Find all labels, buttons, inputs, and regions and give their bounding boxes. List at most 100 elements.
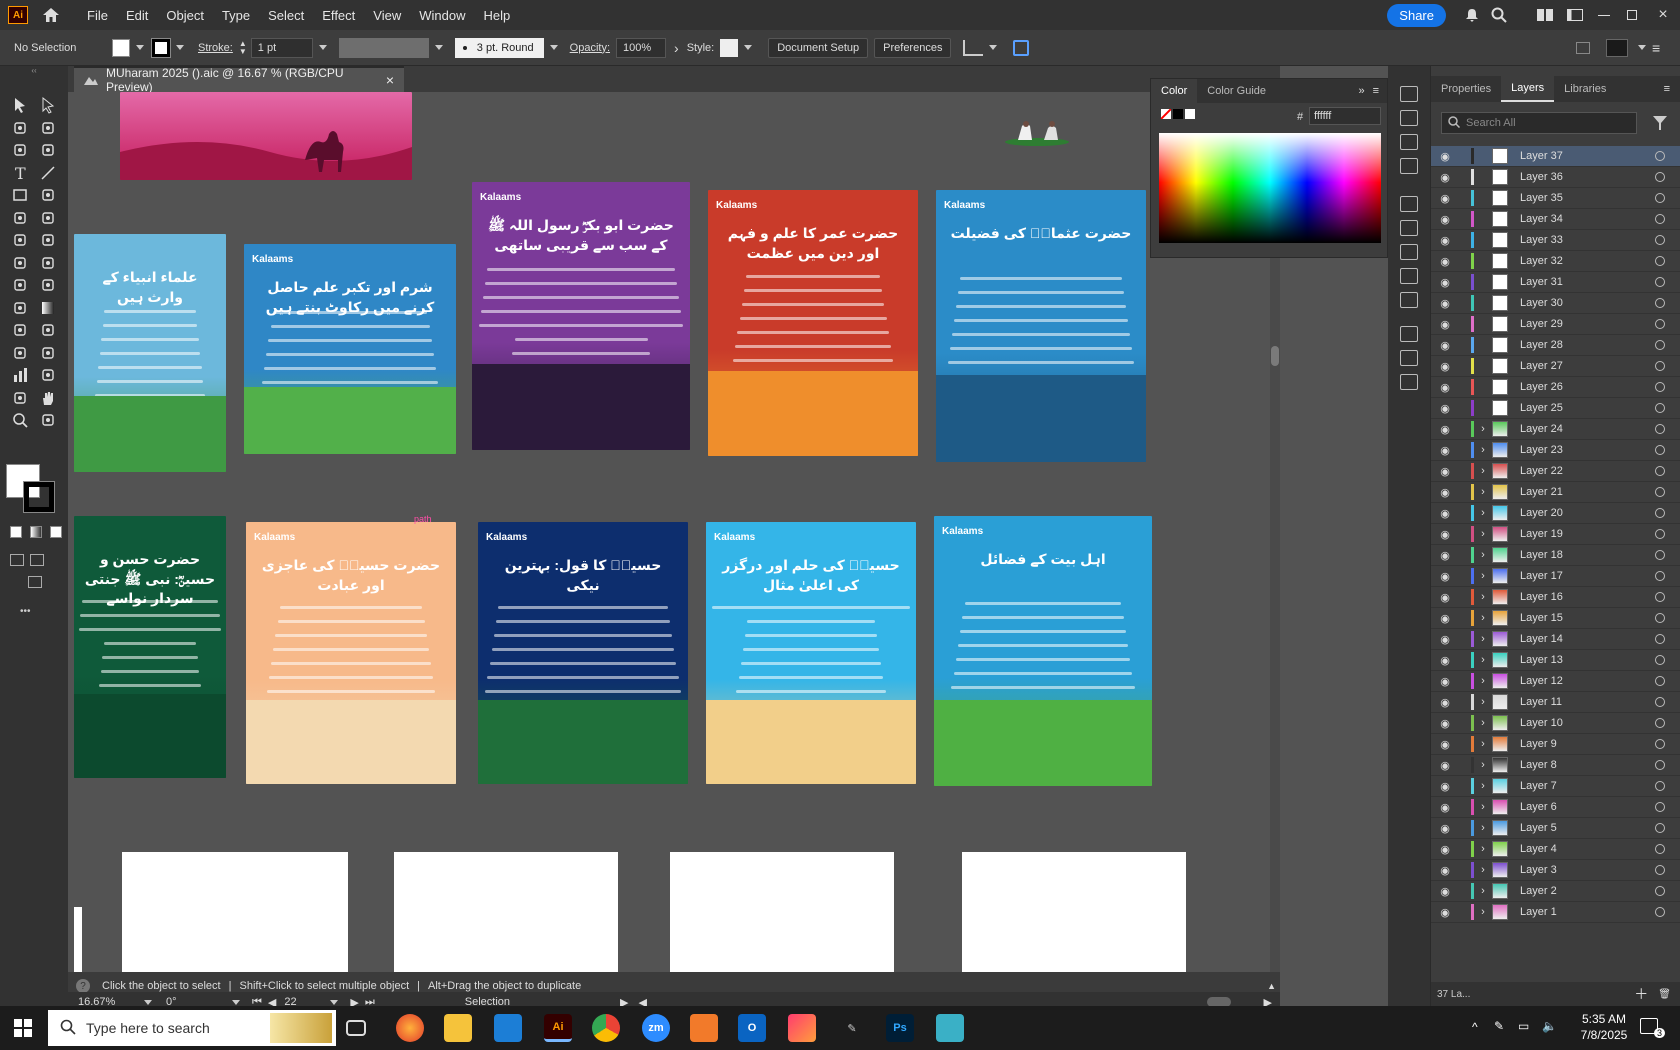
eye-icon[interactable]: ◉: [1435, 906, 1455, 919]
eye-icon[interactable]: ◉: [1435, 780, 1455, 793]
target-circle-icon[interactable]: [1655, 844, 1665, 854]
double-chevron-icon[interactable]: »: [1358, 85, 1364, 97]
gradient-tool-icon[interactable]: [36, 297, 60, 319]
expand-chevron-icon[interactable]: ›: [1474, 717, 1492, 729]
selection-tool-icon[interactable]: [8, 94, 32, 116]
layer-name[interactable]: Layer 20: [1520, 507, 1655, 519]
expand-chevron-icon[interactable]: ›: [1474, 591, 1492, 603]
illustrator-taskbar-icon[interactable]: Ai: [544, 1014, 572, 1042]
artboard-4[interactable]: Kalaams حضرت عمر کا علم و فہم اور دین میں…: [708, 190, 918, 456]
symbols-icon[interactable]: [1400, 196, 1418, 212]
scroll-up-icon[interactable]: ▲: [1267, 981, 1276, 991]
layer-row[interactable]: ◉ Layer 29: [1431, 314, 1680, 335]
chevron-right-icon[interactable]: ›: [674, 40, 679, 56]
magic-wand-tool-icon[interactable]: [8, 117, 32, 139]
target-circle-icon[interactable]: [1655, 319, 1665, 329]
windows-start-icon[interactable]: [14, 1019, 32, 1040]
expand-chevron-icon[interactable]: ›: [1474, 465, 1492, 477]
recolor-artwork-icon[interactable]: [1013, 39, 1030, 56]
layer-row[interactable]: ◉ › Layer 14: [1431, 629, 1680, 650]
task-view-icon[interactable]: [346, 1020, 366, 1036]
layer-search[interactable]: Search All: [1441, 112, 1637, 134]
expand-chevron-icon[interactable]: ›: [1474, 696, 1492, 708]
target-circle-icon[interactable]: [1655, 277, 1665, 287]
draw-inside-icon[interactable]: [30, 554, 44, 566]
panel-menu-icon[interactable]: ≡: [1664, 83, 1670, 95]
layer-name[interactable]: Layer 5: [1520, 822, 1655, 834]
eye-icon[interactable]: ◉: [1435, 759, 1455, 772]
layer-name[interactable]: Layer 33: [1520, 234, 1655, 246]
eye-icon[interactable]: ◉: [1435, 675, 1455, 688]
expand-chevron-icon[interactable]: ›: [1474, 570, 1492, 582]
target-circle-icon[interactable]: [1655, 403, 1665, 413]
blank-artboard-1[interactable]: [122, 852, 348, 972]
chevron-down-icon[interactable]: [744, 45, 753, 50]
layer-name[interactable]: Layer 3: [1520, 864, 1655, 876]
layer-name[interactable]: Layer 16: [1520, 591, 1655, 603]
target-circle-icon[interactable]: [1655, 550, 1665, 560]
none-mode-icon[interactable]: [50, 526, 62, 538]
rotate-tool-icon[interactable]: [8, 229, 32, 251]
eye-icon[interactable]: ◉: [1435, 444, 1455, 457]
arrange-documents-icon[interactable]: [1530, 9, 1560, 21]
opacity-input[interactable]: 100%: [616, 37, 667, 58]
blank-artboard-4[interactable]: [962, 852, 1186, 972]
type-tool-icon[interactable]: T: [8, 162, 32, 184]
layer-name[interactable]: Layer 34: [1520, 213, 1655, 225]
target-circle-icon[interactable]: [1655, 655, 1665, 665]
expand-chevron-icon[interactable]: ›: [1474, 759, 1492, 771]
eye-icon[interactable]: ◉: [1435, 738, 1455, 751]
eye-icon[interactable]: ◉: [1435, 339, 1455, 352]
stroke-stepper-icon[interactable]: ▲ ▼: [239, 39, 247, 56]
artboard-2[interactable]: Kalaams شرم اور تکبر علم حاصل کرنے میں رک…: [244, 244, 456, 454]
target-circle-icon[interactable]: [1655, 760, 1665, 770]
layer-row[interactable]: ◉ › Layer 15: [1431, 608, 1680, 629]
expand-chevron-icon[interactable]: ›: [1474, 507, 1492, 519]
target-circle-icon[interactable]: [1655, 718, 1665, 728]
document-setup-button[interactable]: Document Setup: [768, 37, 869, 58]
swatches-icon[interactable]: [1400, 134, 1418, 150]
layer-name[interactable]: Layer 31: [1520, 276, 1655, 288]
layer-row[interactable]: ◉ Layer 35: [1431, 188, 1680, 209]
taskbar-search-box[interactable]: Type here to search: [48, 1010, 336, 1046]
layer-name[interactable]: Layer 4: [1520, 843, 1655, 855]
eye-icon[interactable]: ◉: [1435, 360, 1455, 373]
layer-row[interactable]: ◉ › Layer 6: [1431, 797, 1680, 818]
share-button[interactable]: Share: [1387, 3, 1446, 27]
panel-mode-icon[interactable]: [1606, 38, 1628, 57]
layer-row[interactable]: ◉ Layer 28: [1431, 335, 1680, 356]
layer-row[interactable]: ◉ Layer 25: [1431, 398, 1680, 419]
eye-icon[interactable]: ◉: [1435, 549, 1455, 562]
layer-row[interactable]: ◉ Layer 36: [1431, 167, 1680, 188]
expand-chevron-icon[interactable]: ›: [1474, 843, 1492, 855]
layer-name[interactable]: Layer 8: [1520, 759, 1655, 771]
target-circle-icon[interactable]: [1655, 697, 1665, 707]
eye-icon[interactable]: ◉: [1435, 402, 1455, 415]
eyedropper-tool-icon[interactable]: [8, 319, 32, 341]
layer-name[interactable]: Layer 9: [1520, 738, 1655, 750]
layer-row[interactable]: ◉ › Layer 22: [1431, 461, 1680, 482]
eye-icon[interactable]: ◉: [1435, 192, 1455, 205]
layer-name[interactable]: Layer 23: [1520, 444, 1655, 456]
layer-name[interactable]: Layer 22: [1520, 465, 1655, 477]
appearance-icon[interactable]: [1400, 292, 1418, 308]
eye-icon[interactable]: ◉: [1435, 612, 1455, 625]
target-circle-icon[interactable]: [1655, 823, 1665, 833]
app-gem-icon[interactable]: [936, 1014, 964, 1042]
layer-name[interactable]: Layer 18: [1520, 549, 1655, 561]
layer-name[interactable]: Layer 25: [1520, 402, 1655, 414]
draw-normal-icon[interactable]: [10, 554, 24, 566]
zoom-icon[interactable]: zm: [642, 1014, 670, 1042]
file-explorer-icon[interactable]: [444, 1014, 472, 1042]
chevron-down-icon[interactable]: [136, 45, 144, 50]
graphic-style-swatch[interactable]: [720, 38, 739, 57]
edit-toolbar-icon[interactable]: •••: [20, 606, 34, 618]
scale-tool-icon[interactable]: [36, 229, 60, 251]
search-icon[interactable]: [1484, 7, 1514, 23]
layer-row[interactable]: ◉ › Layer 7: [1431, 776, 1680, 797]
layer-name[interactable]: Layer 15: [1520, 612, 1655, 624]
eye-icon[interactable]: ◉: [1435, 486, 1455, 499]
menu-view[interactable]: View: [364, 8, 410, 23]
filter-icon[interactable]: [1653, 116, 1667, 133]
clock[interactable]: 5:35 AM 7/8/2025: [1576, 1011, 1632, 1043]
